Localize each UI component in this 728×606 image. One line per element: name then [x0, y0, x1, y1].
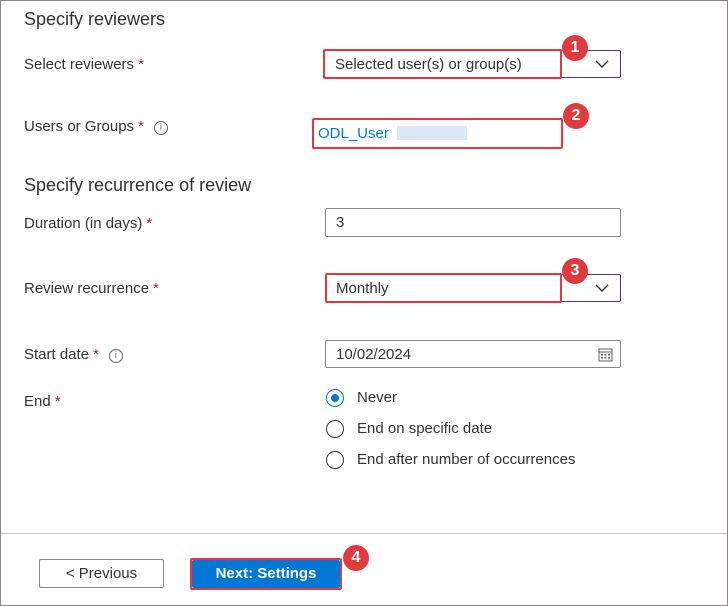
- section-title-reviewers: Specify reviewers: [24, 9, 166, 29]
- review-recurrence-label: Review recurrence *: [24, 280, 159, 297]
- callout-box-1: [323, 49, 562, 79]
- end-option-label: End after number of occurrences: [357, 451, 576, 468]
- start-date-value: 10/02/2024: [336, 346, 412, 363]
- review-settings-panel: [0, 0, 728, 606]
- users-groups-label: Users or Groups * i: [24, 118, 168, 135]
- required-marker: *: [138, 56, 144, 73]
- required-marker: *: [153, 280, 159, 297]
- start-date-input[interactable]: 10/02/2024: [325, 340, 621, 368]
- callout-badge-4: 4: [343, 545, 369, 571]
- chevron-down-icon: [595, 60, 609, 68]
- radio-button[interactable]: [326, 451, 344, 469]
- radio-button-checked[interactable]: [326, 389, 344, 407]
- end-option-label: Never: [357, 389, 398, 406]
- callout-badge-3: 3: [562, 258, 588, 284]
- footer-divider: [1, 533, 727, 534]
- end-label: End *: [24, 393, 61, 410]
- callout-box-4: [190, 558, 342, 590]
- info-icon[interactable]: i: [153, 121, 168, 135]
- duration-label: Duration (in days) *: [24, 215, 153, 232]
- select-reviewers-label: Select reviewers *: [24, 56, 144, 73]
- start-date-label: Start date * i: [24, 346, 123, 363]
- callout-badge-1: 1: [562, 35, 588, 61]
- section-title-recurrence: Specify recurrence of review: [24, 175, 252, 195]
- required-marker: *: [54, 393, 61, 410]
- end-option-label: End on specific date: [357, 420, 493, 437]
- radio-button[interactable]: [326, 420, 344, 438]
- required-marker: *: [138, 118, 144, 135]
- required-marker: *: [93, 346, 99, 363]
- callout-badge-2: 2: [563, 103, 589, 129]
- callout-box-2: [312, 118, 563, 149]
- required-marker: *: [146, 215, 153, 232]
- chevron-down-icon: [595, 284, 609, 292]
- duration-input[interactable]: 3: [325, 208, 621, 237]
- info-icon[interactable]: i: [108, 349, 123, 363]
- duration-value: 3: [336, 214, 345, 231]
- previous-button[interactable]: < Previous: [39, 559, 164, 588]
- callout-box-3: [325, 273, 562, 303]
- calendar-icon[interactable]: [598, 347, 613, 362]
